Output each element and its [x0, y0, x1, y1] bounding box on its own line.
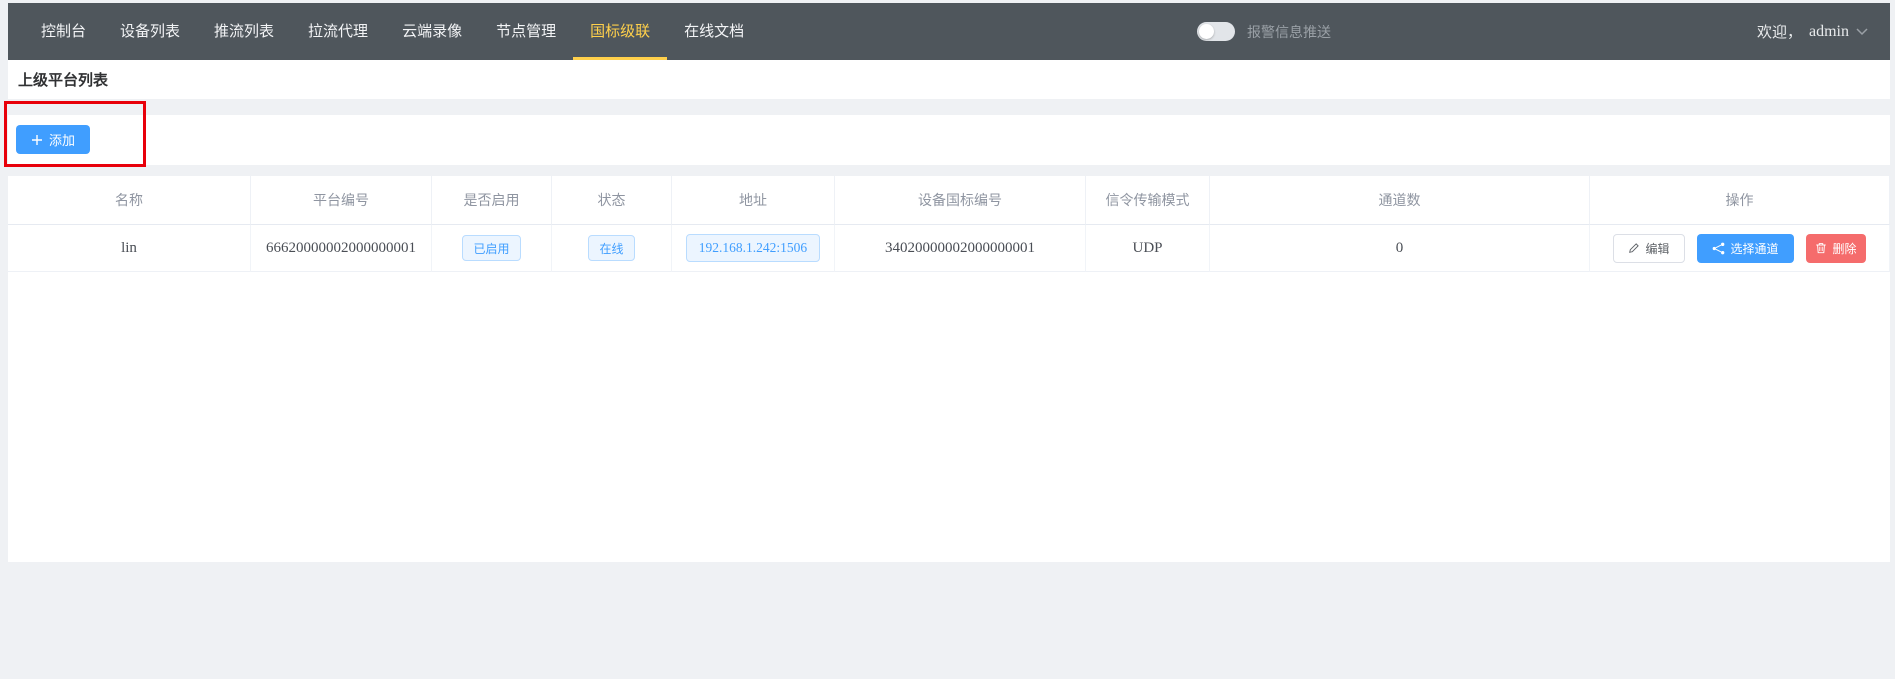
cell-platform-id: 66620000002000000001 — [251, 225, 432, 272]
enabled-badge: 已启用 — [462, 235, 520, 261]
cell-device-gb-id: 34020000002000000001 — [835, 225, 1086, 272]
page-title: 上级平台列表 — [18, 69, 108, 90]
cell-name: lin — [8, 225, 251, 272]
nav-tab-pull-proxy[interactable]: 拉流代理 — [291, 3, 385, 60]
plus-icon — [31, 134, 43, 146]
col-header-address: 地址 — [672, 176, 835, 225]
alarm-push-label: 报警信息推送 — [1247, 22, 1331, 42]
toolbar: 添加 — [8, 115, 1890, 165]
cell-channels: 0 — [1210, 225, 1590, 272]
platform-table: 名称 平台编号 是否启用 状态 地址 设备国标编号 信令传输模式 通道数 操作 … — [8, 176, 1890, 272]
chevron-down-icon — [1856, 28, 1868, 36]
top-navbar: 控制台 设备列表 推流列表 拉流代理 云端录像 节点管理 国标级联 在线文档 报… — [8, 3, 1890, 60]
select-channel-button[interactable]: 选择通道 — [1697, 234, 1794, 263]
nav-tab-console[interactable]: 控制台 — [24, 3, 103, 60]
welcome-text: 欢迎， — [1757, 21, 1802, 42]
edit-button-label: 编辑 — [1645, 240, 1669, 257]
alarm-push-toggle[interactable] — [1197, 22, 1235, 41]
add-button[interactable]: 添加 — [16, 125, 90, 154]
nav-tab-gb-cascade[interactable]: 国标级联 — [573, 3, 667, 60]
trash-icon — [1815, 242, 1827, 254]
delete-button[interactable]: 删除 — [1806, 234, 1866, 263]
col-header-platform-id: 平台编号 — [251, 176, 432, 225]
platform-table-card: 名称 平台编号 是否启用 状态 地址 设备国标编号 信令传输模式 通道数 操作 … — [8, 176, 1890, 562]
title-bar: 上级平台列表 — [8, 60, 1890, 99]
cell-status: 在线 — [552, 225, 672, 272]
nav-tabs: 控制台 设备列表 推流列表 拉流代理 云端录像 节点管理 国标级联 在线文档 — [24, 3, 1890, 60]
cell-actions: 编辑 选择通道 — [1590, 225, 1890, 272]
delete-button-label: 删除 — [1832, 240, 1856, 257]
pencil-icon — [1628, 242, 1640, 254]
col-header-device-gb-id: 设备国标编号 — [835, 176, 1086, 225]
nav-tab-device-list[interactable]: 设备列表 — [103, 3, 197, 60]
row-actions: 编辑 选择通道 — [1613, 234, 1866, 263]
col-header-transport: 信令传输模式 — [1086, 176, 1210, 225]
cell-enabled: 已启用 — [432, 225, 552, 272]
col-header-status: 状态 — [552, 176, 672, 225]
col-header-channels: 通道数 — [1210, 176, 1590, 225]
status-badge: 在线 — [588, 235, 634, 261]
nav-tab-cloud-record[interactable]: 云端录像 — [385, 3, 479, 60]
nav-tab-node-manage[interactable]: 节点管理 — [479, 3, 573, 60]
nav-tab-push-list[interactable]: 推流列表 — [197, 3, 291, 60]
user-menu[interactable]: 欢迎， admin — [1757, 3, 1868, 60]
share-icon — [1712, 242, 1725, 255]
col-header-enabled: 是否启用 — [432, 176, 552, 225]
nav-tab-online-docs[interactable]: 在线文档 — [667, 3, 761, 60]
edit-button[interactable]: 编辑 — [1613, 234, 1685, 263]
address-badge: 192.168.1.242:1506 — [686, 234, 820, 262]
cell-address: 192.168.1.242:1506 — [672, 225, 835, 272]
col-header-actions: 操作 — [1590, 176, 1890, 225]
alarm-push-toggle-group: 报警信息推送 — [1197, 3, 1331, 60]
username: admin — [1809, 23, 1849, 41]
cell-transport: UDP — [1086, 225, 1210, 272]
add-button-label: 添加 — [49, 130, 75, 149]
select-channel-label: 选择通道 — [1730, 240, 1778, 257]
toggle-knob — [1199, 24, 1214, 39]
col-header-name: 名称 — [8, 176, 251, 225]
